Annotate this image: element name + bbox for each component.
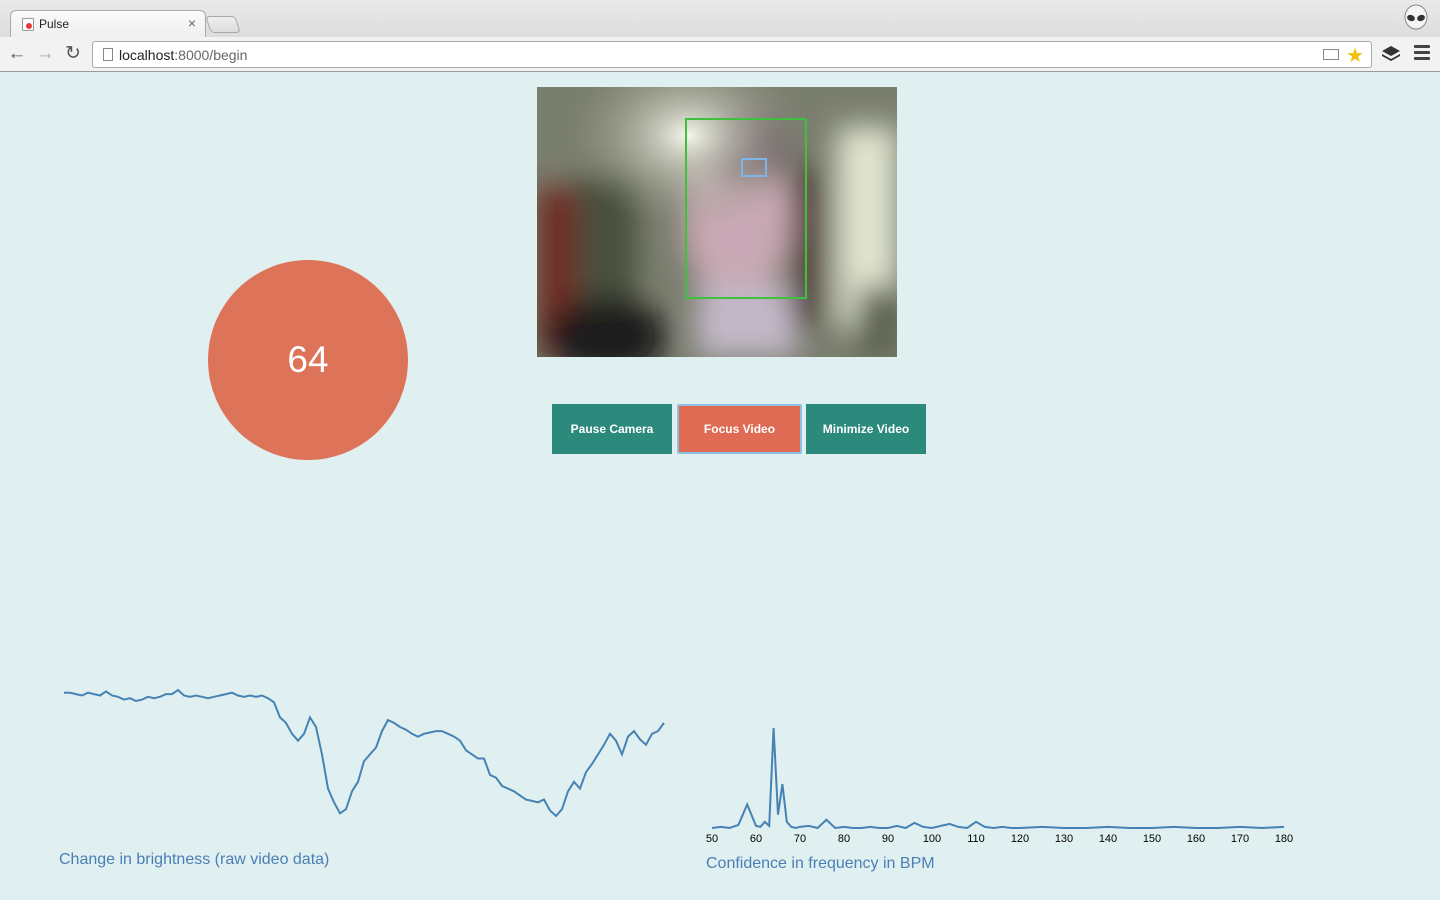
- new-tab-button[interactable]: [205, 16, 241, 33]
- x-tick-label: 70: [794, 833, 806, 845]
- pause-camera-button[interactable]: Pause Camera: [552, 404, 672, 454]
- x-tick-label: 90: [882, 833, 894, 845]
- x-tick-label: 130: [1055, 833, 1073, 845]
- frequency-chart: 50 60 70 80 90 100 110 120 130 140 150 160 170 180: [706, 727, 1293, 845]
- x-tick-label: 50: [706, 833, 718, 845]
- tab-title: Pulse: [39, 17, 70, 31]
- tab-strip: Pulse ×: [0, 0, 1440, 37]
- x-tick-label: 100: [923, 833, 941, 845]
- x-tick-label: 140: [1099, 833, 1117, 845]
- tab-close-icon[interactable]: ×: [188, 15, 196, 31]
- bookmark-star-icon[interactable]: ★: [1346, 43, 1364, 68]
- profile-alien-icon[interactable]: [1402, 4, 1430, 34]
- brightness-chart-title: Change in brightness (raw video data): [59, 851, 330, 868]
- x-tick-label: 60: [750, 833, 762, 845]
- x-tick-label: 80: [838, 833, 850, 845]
- browser-chrome: Pulse × ← → ↻ localhost:8000/begin ★: [0, 0, 1440, 72]
- camera-icon[interactable]: [1323, 49, 1339, 60]
- webcam-video: [537, 87, 897, 357]
- frequency-series-line: [711, 727, 1285, 830]
- reload-icon[interactable]: ↻: [62, 43, 84, 65]
- url-text: localhost:8000/begin: [119, 47, 248, 63]
- x-tick-label: 180: [1275, 833, 1293, 845]
- forward-icon[interactable]: →: [34, 43, 56, 65]
- bpm-readout: 64: [208, 260, 408, 460]
- x-tick-label: 170: [1231, 833, 1249, 845]
- address-bar[interactable]: localhost:8000/begin ★: [92, 41, 1372, 68]
- back-icon[interactable]: ←: [6, 43, 28, 65]
- face-detection-box: [685, 118, 807, 299]
- menu-icon[interactable]: [1414, 45, 1430, 63]
- browser-toolbar: ← → ↻ localhost:8000/begin ★: [0, 37, 1440, 71]
- forehead-roi-box: [741, 158, 767, 177]
- frequency-chart-title: Confidence in frequency in BPM: [706, 855, 935, 872]
- browser-tab[interactable]: Pulse ×: [10, 10, 206, 37]
- focus-video-button[interactable]: Focus Video: [677, 404, 802, 454]
- brightness-chart: [64, 688, 665, 818]
- page-icon: [103, 48, 113, 61]
- x-tick-label: 120: [1011, 833, 1029, 845]
- x-tick-label: 110: [967, 833, 985, 845]
- extension-layers-icon[interactable]: [1381, 44, 1401, 64]
- frequency-x-axis: 50 60 70 80 90 100 110 120 130 140 150 160 170 180: [706, 833, 1293, 845]
- x-tick-label: 160: [1187, 833, 1205, 845]
- x-tick-label: 150: [1143, 833, 1161, 845]
- minimize-video-button[interactable]: Minimize Video: [806, 404, 926, 454]
- favicon-icon: [22, 18, 34, 31]
- brightness-series-line: [64, 688, 665, 818]
